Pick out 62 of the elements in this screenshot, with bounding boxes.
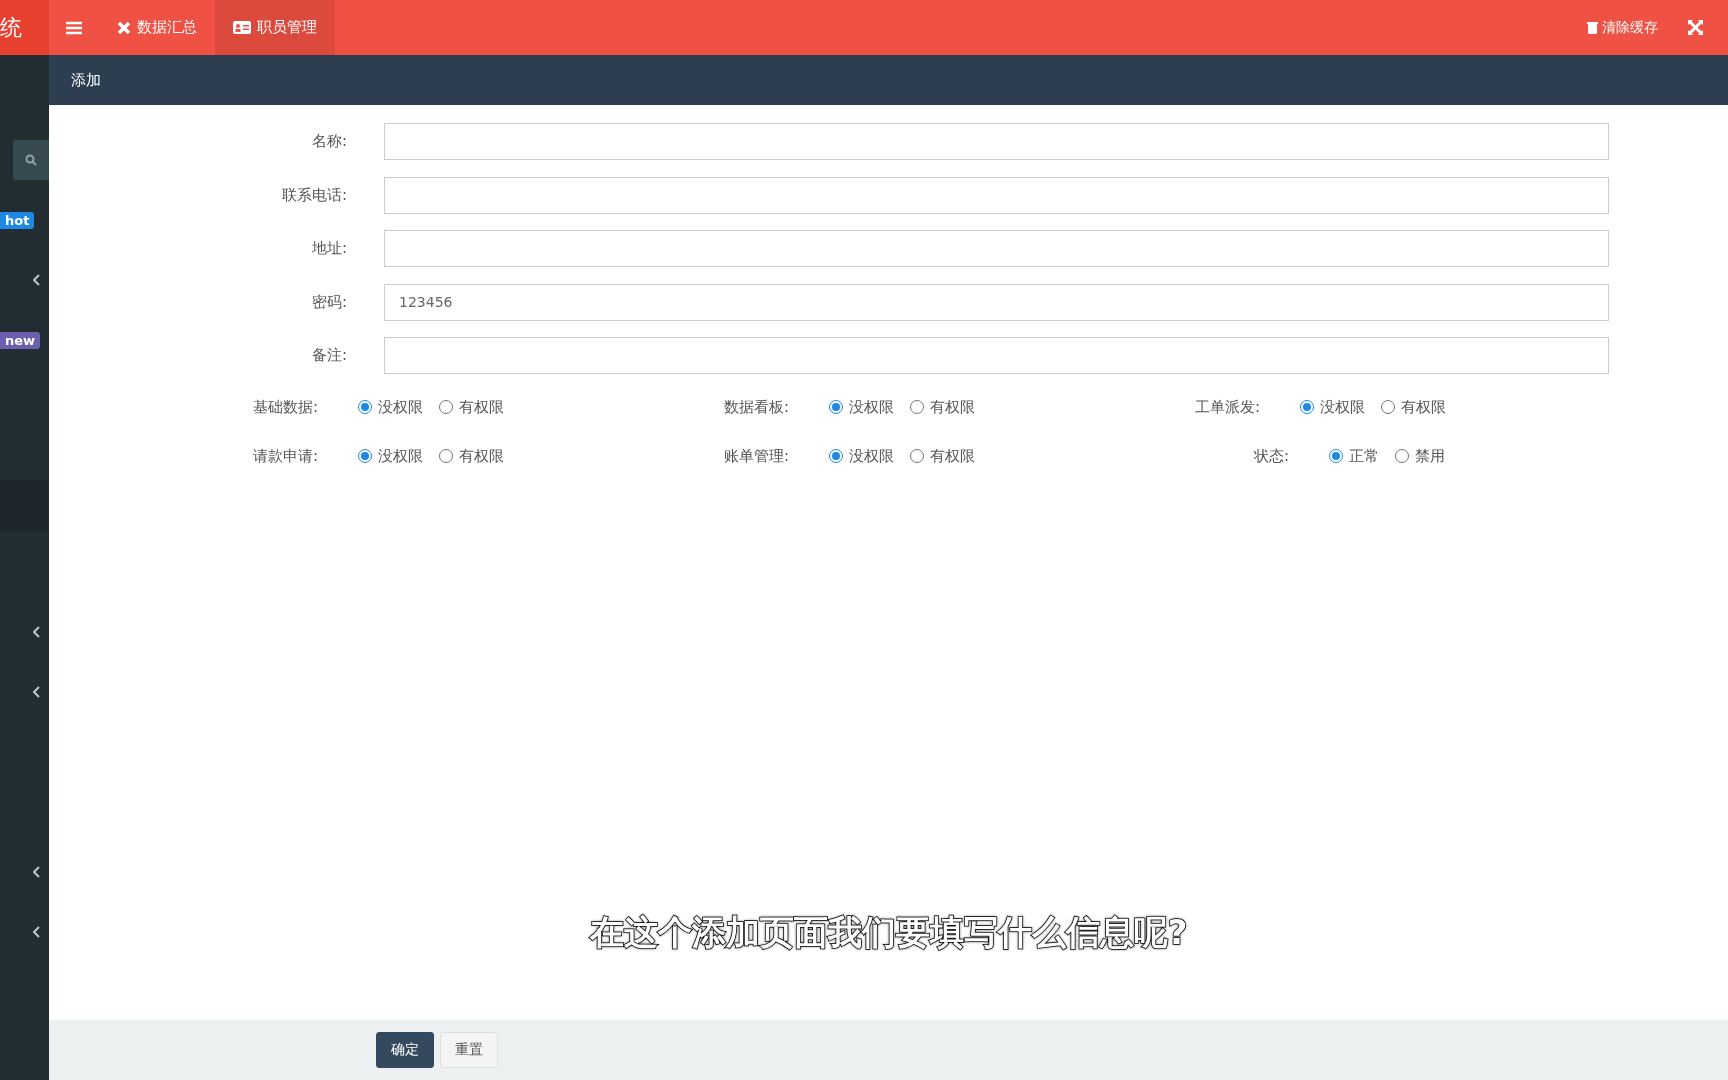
radio-option[interactable]: 有权限 (1381, 397, 1446, 417)
logo-text: 统 (0, 0, 49, 55)
field-label: 密码: (310, 292, 347, 312)
option-label: 禁用 (1415, 446, 1445, 466)
clear-cache-button[interactable]: 清除缓存 (1587, 18, 1658, 37)
confirm-button[interactable]: 确定 (376, 1032, 434, 1068)
option-label: 有权限 (930, 446, 975, 466)
id-card-icon (233, 21, 251, 34)
chevron-icon[interactable] (33, 926, 41, 938)
video-subtitle: 在这个添加页面我们要填写什么信息呢? (589, 912, 1188, 952)
radio-option[interactable]: 有权限 (910, 446, 975, 466)
input-field[interactable] (384, 337, 1609, 375)
option-label: 没权限 (378, 446, 423, 466)
input-field[interactable] (384, 230, 1609, 268)
search-button[interactable] (13, 140, 49, 180)
input-field[interactable]: 123456 (384, 283, 1609, 321)
chevron-icon[interactable] (33, 274, 41, 286)
radio-option[interactable]: 没权限 (829, 397, 894, 417)
field-label: 联系电话: (280, 185, 347, 205)
chevron-icon[interactable] (33, 866, 41, 878)
cross-icon (117, 20, 131, 35)
trash-icon (1587, 21, 1598, 34)
field-label: 数据看板: (722, 397, 789, 417)
field-label: 请款申请: (251, 446, 318, 466)
menu-badge: hot (0, 211, 35, 229)
field-label: 名称: (310, 132, 347, 152)
field-label: 账单管理: (722, 446, 789, 466)
radio-option[interactable]: 禁用 (1395, 446, 1445, 466)
input-field[interactable] (384, 123, 1609, 161)
radio-option[interactable]: 没权限 (1300, 397, 1365, 417)
option-label: 正常 (1349, 446, 1379, 466)
radio-option[interactable]: 没权限 (358, 446, 423, 466)
radio-option[interactable]: 有权限 (439, 446, 504, 466)
field-label: 基础数据: (251, 397, 318, 417)
option-label: 有权限 (459, 446, 504, 466)
option-label: 没权限 (849, 397, 894, 417)
chevron-icon[interactable] (33, 626, 41, 638)
option-label: 没权限 (849, 446, 894, 466)
page-title: 添加 (49, 55, 1728, 105)
fullscreen-icon[interactable] (1688, 20, 1703, 35)
chevron-icon[interactable] (33, 686, 41, 698)
field-label: 备注: (310, 346, 347, 366)
option-label: 有权限 (930, 397, 975, 417)
nav-tab[interactable]: 数据汇总 (99, 0, 215, 55)
menu-icon[interactable] (66, 20, 82, 35)
field-label: 地址: (310, 239, 347, 259)
radio-option[interactable]: 没权限 (829, 446, 894, 466)
reset-button[interactable]: 重置 (440, 1032, 498, 1068)
option-label: 有权限 (1401, 397, 1446, 417)
radio-option[interactable]: 没权限 (358, 397, 423, 417)
option-label: 有权限 (459, 397, 504, 417)
radio-option[interactable]: 有权限 (439, 397, 504, 417)
field-label: 工单派发: (1193, 397, 1260, 417)
radio-option[interactable]: 有权限 (910, 397, 975, 417)
field-label: 状态: (1252, 446, 1289, 466)
radio-option[interactable]: 正常 (1329, 446, 1379, 466)
option-label: 没权限 (1320, 397, 1365, 417)
nav-tab[interactable]: 职员管理 (215, 0, 335, 55)
option-label: 没权限 (378, 397, 423, 417)
menu-badge: new (0, 331, 41, 349)
search-icon (25, 154, 37, 166)
input-field[interactable] (384, 176, 1609, 214)
